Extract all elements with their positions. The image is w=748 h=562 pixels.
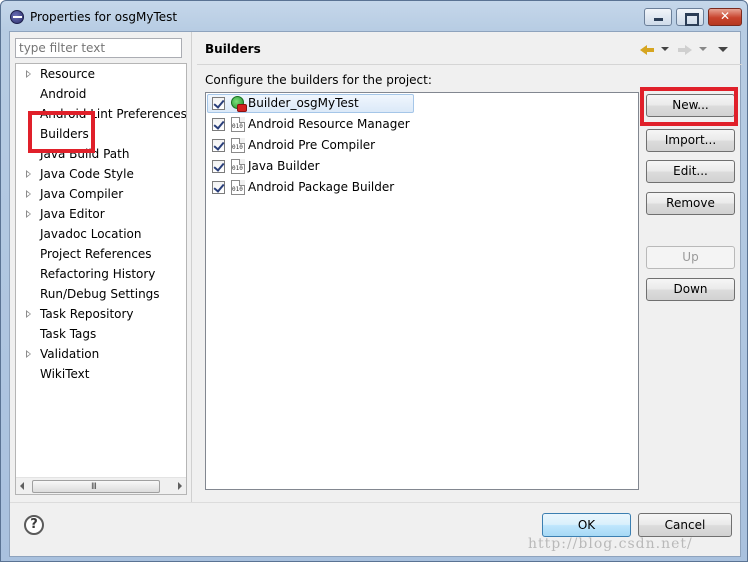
tree-item[interactable]: Android	[16, 85, 186, 105]
builder-label: Builder_osgMyTest	[248, 96, 359, 110]
tree-item[interactable]: Resource	[16, 65, 186, 85]
binary-builder-icon	[231, 159, 245, 174]
scroll-thumb[interactable]: III	[32, 480, 160, 493]
expand-arrow-icon[interactable]	[26, 310, 31, 318]
expand-arrow-icon[interactable]	[26, 190, 31, 198]
builder-checkbox[interactable]	[212, 139, 225, 152]
binary-builder-icon	[231, 180, 245, 195]
chevron-down-icon	[661, 47, 669, 51]
builder-checkbox[interactable]	[212, 181, 225, 194]
view-menu-button[interactable]	[718, 43, 728, 57]
button-bar-separator	[10, 502, 740, 503]
tree-item[interactable]: Run/Debug Settings	[16, 285, 186, 305]
highlight-box-builders	[28, 111, 95, 153]
builder-label: Java Builder	[248, 159, 320, 173]
back-history-dropdown[interactable]	[661, 43, 669, 57]
sash-divider[interactable]	[191, 32, 192, 502]
move-down-button[interactable]: Down	[646, 278, 735, 301]
move-up-button[interactable]: Up	[646, 246, 735, 269]
tree-item-label: Refactoring History	[40, 267, 156, 281]
builder-checkbox[interactable]	[212, 160, 225, 173]
builder-label: Android Package Builder	[248, 180, 395, 194]
highlight-box-new	[640, 87, 738, 126]
builder-label: Android Pre Compiler	[248, 138, 376, 152]
view-menu-icon	[718, 47, 728, 52]
window-title: Properties for osgMyTest	[30, 10, 178, 24]
builders-list: Builder_osgMyTest Android Resource Manage…	[205, 92, 639, 490]
edit-builder-button[interactable]: Edit...	[646, 160, 735, 183]
tree-item[interactable]: Task Tags	[16, 325, 186, 345]
tree-item[interactable]: Project References	[16, 245, 186, 265]
scroll-left-icon[interactable]	[20, 482, 24, 490]
maximize-button[interactable]	[676, 8, 704, 26]
import-builder-button[interactable]: Import...	[646, 129, 735, 152]
remove-builder-button[interactable]: Remove	[646, 192, 735, 215]
dialog-body: ResourceAndroidAndroid Lint PreferencesB…	[9, 31, 742, 557]
tree-item-label: Project References	[40, 247, 152, 261]
builder-row[interactable]: Android Resource Manager	[206, 114, 638, 135]
tree-item-label: WikiText	[40, 367, 90, 381]
binary-builder-icon	[231, 117, 245, 132]
back-arrow-icon	[640, 45, 654, 55]
builder-row[interactable]: Android Package Builder	[206, 177, 638, 198]
launch-config-icon	[231, 96, 247, 112]
scroll-grip: III	[91, 482, 97, 492]
builder-label: Android Resource Manager	[248, 117, 410, 131]
tree-item-label: Java Compiler	[40, 187, 124, 201]
tree-item[interactable]: Java Code Style	[16, 165, 186, 185]
forward-arrow-icon	[678, 45, 692, 55]
expand-arrow-icon[interactable]	[26, 170, 31, 178]
page-title-separator	[197, 64, 742, 65]
eclipse-icon	[10, 10, 24, 24]
tree-item[interactable]: WikiText	[16, 365, 186, 385]
close-button[interactable]	[708, 8, 742, 26]
expand-arrow-icon[interactable]	[26, 210, 31, 218]
tree-item-label: Resource	[40, 67, 96, 81]
builder-row[interactable]: Java Builder	[206, 156, 638, 177]
tree-item-label: Task Tags	[40, 327, 97, 341]
builder-checkbox[interactable]	[212, 118, 225, 131]
properties-dialog: Properties for osgMyTest Resource Android…	[0, 0, 748, 562]
chevron-down-icon	[699, 47, 707, 51]
cancel-button[interactable]: Cancel	[638, 513, 732, 537]
tree-item[interactable]: Refactoring History	[16, 265, 186, 285]
expand-arrow-icon[interactable]	[26, 70, 31, 78]
page-title: Builders	[205, 42, 261, 56]
forward-button[interactable]	[678, 43, 694, 57]
watermark-text: http://blog.csdn.net/	[528, 536, 693, 552]
tree-item-label: Javadoc Location	[40, 227, 142, 241]
minimize-button[interactable]	[644, 8, 672, 26]
tree-item[interactable]: Task Repository	[16, 305, 186, 325]
tree-item-label: Android	[40, 87, 87, 101]
back-button[interactable]	[640, 43, 656, 57]
tree-item[interactable]: Validation	[16, 345, 186, 365]
title-bar[interactable]: Properties for osgMyTest	[1, 1, 747, 33]
tree-item-label: Task Repository	[40, 307, 134, 321]
tree-item[interactable]: Javadoc Location	[16, 225, 186, 245]
binary-builder-icon	[231, 138, 245, 153]
tree-item-label: Run/Debug Settings	[40, 287, 160, 301]
tree-item[interactable]: Java Editor	[16, 205, 186, 225]
filter-input[interactable]	[15, 38, 182, 58]
expand-arrow-icon[interactable]	[26, 350, 31, 358]
tree-item-label: Java Editor	[40, 207, 105, 221]
help-icon[interactable]: ?	[24, 515, 44, 535]
builder-checkbox[interactable]	[212, 97, 225, 110]
tree-item-label: Java Code Style	[40, 167, 134, 181]
builder-row[interactable]: Android Pre Compiler	[206, 135, 638, 156]
scroll-right-icon[interactable]	[178, 482, 182, 490]
tree-item-label: Validation	[40, 347, 100, 361]
tree-item[interactable]: Java Compiler	[16, 185, 186, 205]
ok-button[interactable]: OK	[542, 513, 631, 537]
builders-description: Configure the builders for the project:	[205, 73, 432, 87]
horizontal-scrollbar[interactable]: III	[16, 477, 186, 494]
builder-row[interactable]: Builder_osgMyTest	[206, 93, 638, 114]
forward-history-dropdown[interactable]	[699, 43, 707, 57]
